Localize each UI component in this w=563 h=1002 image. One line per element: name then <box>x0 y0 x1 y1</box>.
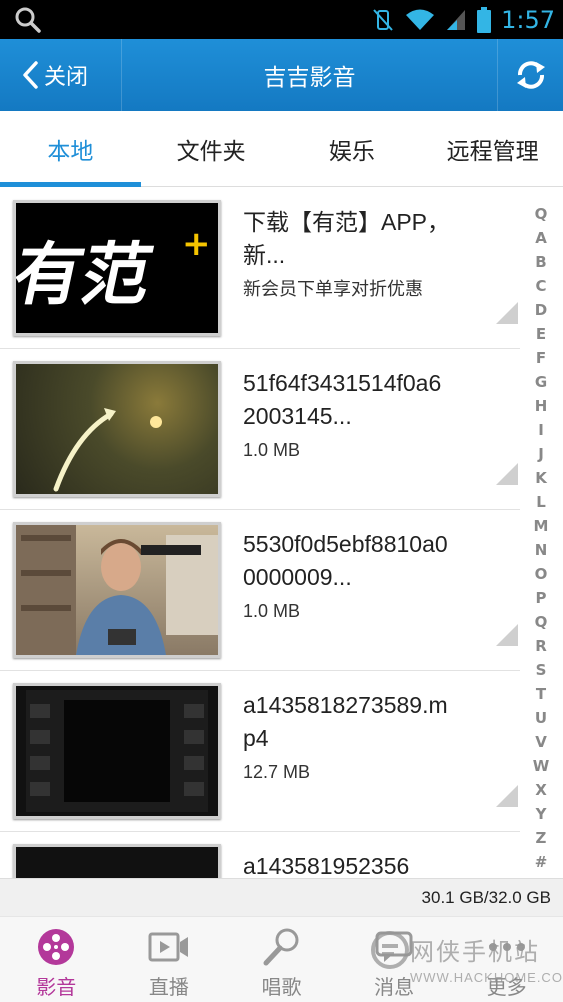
list-item[interactable]: a143581952356 <box>0 832 520 878</box>
storage-usage: 30.1 GB/32.0 GB <box>0 878 563 916</box>
video-meta: 新会员下单享对折优惠 <box>243 279 423 299</box>
item-menu-corner[interactable] <box>496 302 518 324</box>
svg-text:+: + <box>182 224 211 264</box>
live-video-icon <box>148 932 188 962</box>
index-letter[interactable]: R <box>535 634 547 658</box>
youfan-logo: 有范 + <box>16 224 211 315</box>
index-letter[interactable]: K <box>535 466 547 490</box>
tab-bar: 本地 文件夹 娱乐 远程管理 <box>0 111 563 187</box>
nav-live[interactable]: 直播 <box>113 917 226 1002</box>
index-letter[interactable]: S <box>536 658 547 682</box>
list-item[interactable]: 有范 + 下载【有范】APP，新... 新会员下单享对折优惠 <box>0 188 520 349</box>
close-button[interactable]: 关闭 <box>0 39 122 111</box>
video-thumbnail <box>13 683 221 819</box>
close-label: 关闭 <box>44 64 89 89</box>
video-thumbnail <box>13 522 221 658</box>
nav-label: 影音 <box>36 977 77 999</box>
video-title: 5530f0d5ebf8810a00000009... <box>243 531 448 590</box>
tab-remote-management[interactable]: 远程管理 <box>422 111 563 186</box>
index-letter[interactable]: A <box>535 226 547 250</box>
wifi-icon <box>406 9 435 30</box>
watermark: 网侠手机站 WWW.HACKHOME.COM <box>370 928 563 1002</box>
tab-entertainment[interactable]: 娱乐 <box>282 111 423 186</box>
index-letter[interactable]: V <box>535 730 547 754</box>
nav-video[interactable]: 影音 <box>0 917 113 1002</box>
index-letter[interactable]: Q <box>535 610 548 634</box>
watermark-text: 网侠手机站 <box>410 939 540 966</box>
index-letter[interactable]: C <box>535 274 546 298</box>
page-title: 吉吉影音 <box>263 64 356 90</box>
status-bar: 1:57 <box>0 0 563 39</box>
list-item[interactable]: 5530f0d5ebf8810a00000009... 1.0 MB <box>0 510 520 671</box>
refresh-button[interactable] <box>497 39 563 111</box>
index-letter[interactable]: Z <box>536 826 547 850</box>
index-letter[interactable]: L <box>536 490 546 514</box>
watermark-url: WWW.HACKHOME.COM <box>410 970 563 985</box>
index-letter[interactable]: P <box>536 586 547 610</box>
index-letter[interactable]: B <box>535 250 546 274</box>
index-letter[interactable]: W <box>533 754 550 778</box>
video-title: a143581952356 <box>243 853 410 878</box>
item-menu-corner[interactable] <box>496 785 518 807</box>
index-letter[interactable]: D <box>535 298 547 322</box>
list-item[interactable]: 51f64f3431514f0a62003145... 1.0 MB <box>0 349 520 510</box>
item-menu-corner[interactable] <box>496 463 518 485</box>
index-letter[interactable]: Y <box>536 802 547 826</box>
microphone-icon <box>263 928 299 966</box>
video-meta: 1.0 MB <box>243 601 301 621</box>
watermark-logo <box>371 931 409 969</box>
chevron-left-icon <box>23 61 38 89</box>
index-letter[interactable]: U <box>535 706 547 730</box>
index-letter[interactable]: J <box>538 442 544 466</box>
app-header: 关闭 吉吉影音 <box>0 39 563 111</box>
vibrate-off-icon <box>373 9 393 31</box>
index-letter[interactable]: M <box>534 514 549 538</box>
video-thumbnail: 有范 + <box>13 200 221 336</box>
index-letter[interactable]: F <box>536 346 546 370</box>
index-letter[interactable]: O <box>535 562 548 586</box>
man-with-phone-graphic <box>16 525 218 655</box>
index-letter[interactable]: X <box>535 778 547 802</box>
nav-sing[interactable]: 唱歌 <box>225 917 338 1002</box>
video-thumbnail <box>13 361 221 497</box>
film-placeholder-icon <box>16 686 218 816</box>
light-streak-graphic <box>53 408 162 492</box>
list-item[interactable]: a1435818273589.mp4 12.7 MB <box>0 671 520 832</box>
index-search[interactable]: Q <box>535 202 548 226</box>
signal-icon <box>447 10 466 30</box>
index-letter[interactable]: # <box>535 850 548 874</box>
battery-icon <box>477 7 492 33</box>
index-letter[interactable]: G <box>535 370 547 394</box>
index-letter[interactable]: E <box>536 322 546 346</box>
nav-label: 唱歌 <box>261 977 302 999</box>
video-meta: 1.0 MB <box>243 440 301 460</box>
clock: 1:57 <box>501 6 555 34</box>
index-letter[interactable]: I <box>538 418 544 442</box>
nav-label: 直播 <box>148 977 189 999</box>
video-title: a1435818273589.mp4 <box>243 692 448 751</box>
video-list: 有范 + 下载【有范】APP，新... 新会员下单享对折优惠 51f64f343… <box>0 188 520 878</box>
video-meta: 12.7 MB <box>243 762 311 782</box>
alphabet-index[interactable]: Q A B C D E F G H I J K L M N O P Q R S … <box>531 202 551 874</box>
refresh-icon <box>516 61 545 89</box>
svg-text:有范: 有范 <box>16 236 159 315</box>
tab-folders[interactable]: 文件夹 <box>141 111 282 186</box>
video-title: 下载【有范】APP，新... <box>243 209 451 268</box>
index-letter[interactable]: N <box>535 538 548 562</box>
index-letter[interactable]: H <box>535 394 548 418</box>
film-reel-icon <box>38 929 75 965</box>
tab-local[interactable]: 本地 <box>0 111 141 187</box>
video-thumbnail <box>13 844 221 878</box>
index-letter[interactable]: T <box>536 682 546 706</box>
video-title: 51f64f3431514f0a62003145... <box>243 370 442 429</box>
item-menu-corner[interactable] <box>496 624 518 646</box>
search-icon[interactable] <box>14 6 42 34</box>
